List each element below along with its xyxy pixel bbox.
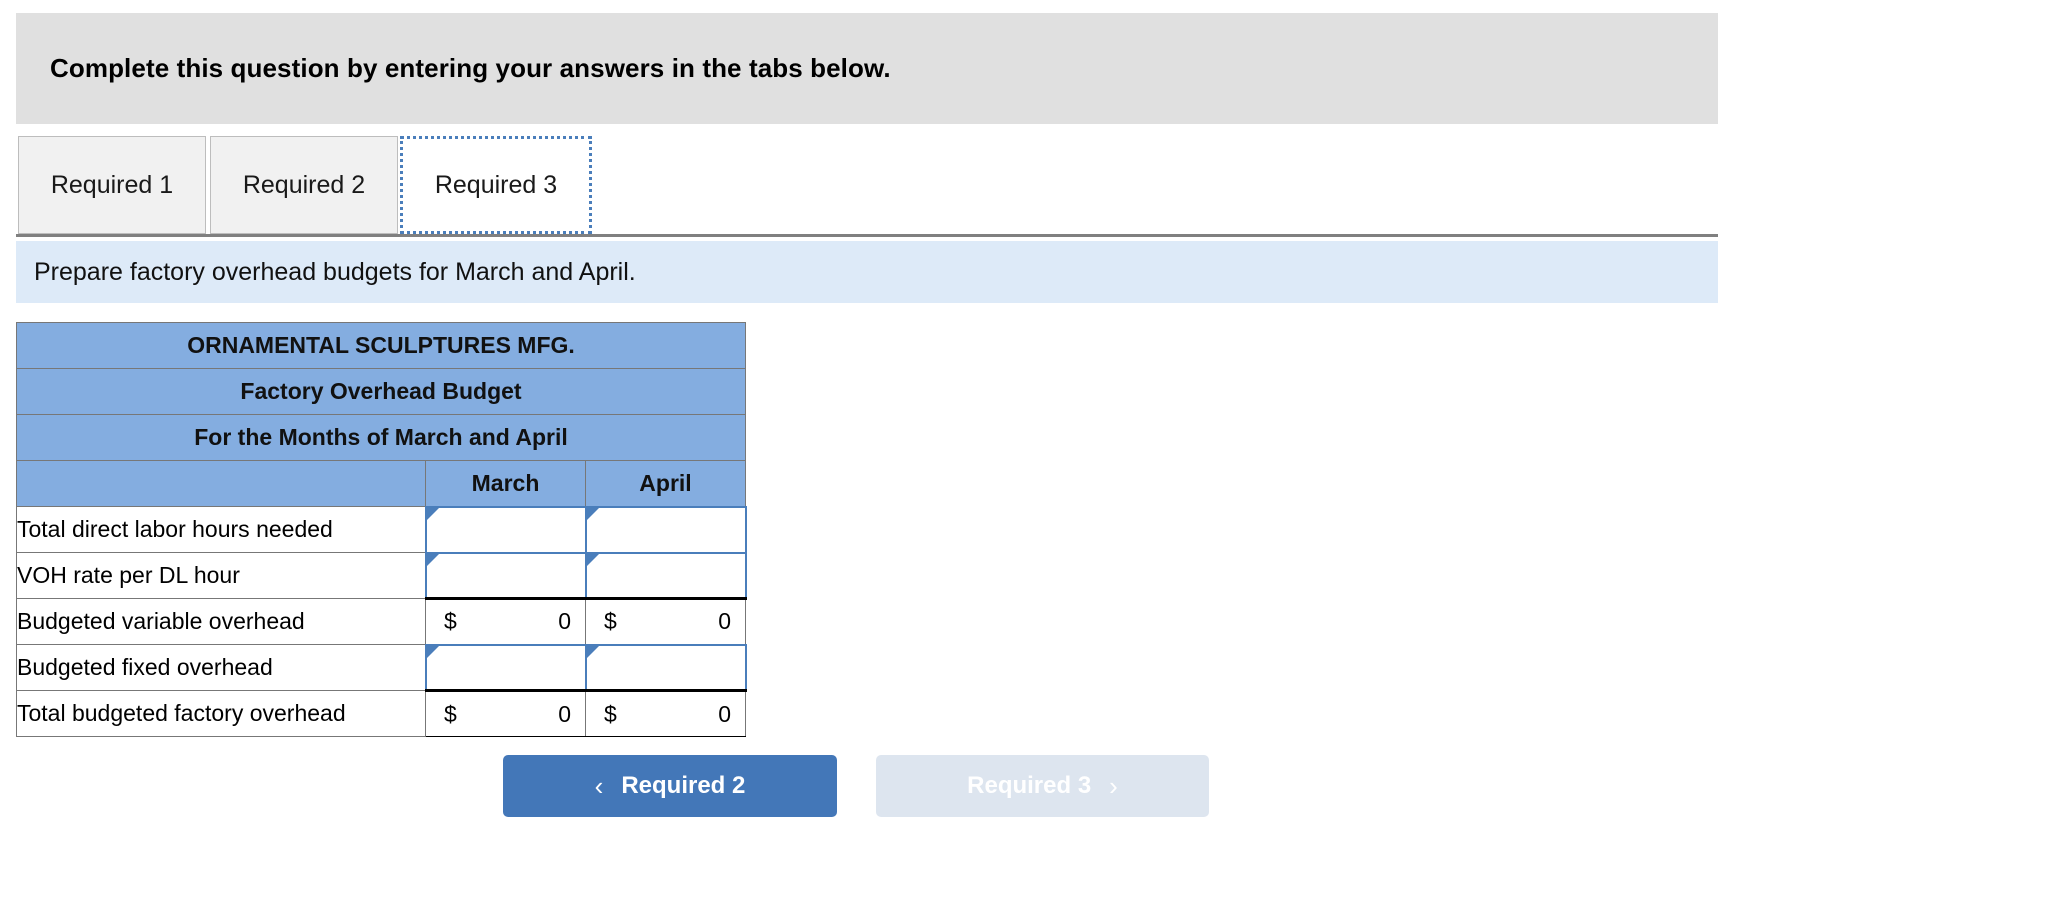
table-row: Total direct labor hours needed bbox=[16, 505, 747, 554]
table-row: VOH rate per DL hour bbox=[16, 551, 747, 600]
amount: 0 bbox=[558, 608, 571, 635]
value-total-budgeted-factory-overhead-april: $ 0 bbox=[585, 689, 746, 737]
input-value bbox=[587, 646, 745, 690]
question-page: Complete this question by entering your … bbox=[0, 0, 2056, 904]
factory-overhead-budget-table: ORNAMENTAL SCULPTURES MFG. Factory Overh… bbox=[16, 322, 747, 737]
currency-symbol: $ bbox=[444, 608, 457, 635]
next-required-3-button[interactable]: Required 3 › bbox=[876, 755, 1209, 817]
table-row: Total budgeted factory overhead $ 0 $ 0 bbox=[16, 689, 746, 737]
tab-required-1-label: Required 1 bbox=[50, 170, 174, 199]
currency-symbol: $ bbox=[444, 700, 457, 727]
row-label-total-direct-labor-hours: Total direct labor hours needed bbox=[16, 506, 426, 553]
column-header-april: April bbox=[585, 460, 746, 507]
input-corner-flag-icon bbox=[586, 553, 599, 566]
input-total-direct-labor-hours-march[interactable] bbox=[424, 505, 587, 554]
input-value bbox=[587, 508, 745, 552]
chevron-right-icon: › bbox=[1109, 770, 1118, 801]
currency-symbol: $ bbox=[604, 700, 617, 727]
table-title-row: For the Months of March and April bbox=[16, 414, 746, 461]
input-value bbox=[587, 554, 745, 598]
instruction-banner: Complete this question by entering your … bbox=[16, 13, 1718, 124]
value-budgeted-variable-overhead-april: $ 0 bbox=[585, 597, 746, 645]
prompt-bar: Prepare factory overhead budgets for Mar… bbox=[16, 241, 1718, 303]
previous-button-label: Required 2 bbox=[621, 772, 746, 799]
input-corner-flag-icon bbox=[426, 645, 439, 658]
input-corner-flag-icon bbox=[426, 553, 439, 566]
navigation-buttons: ‹ Required 2 Required 3 › bbox=[0, 755, 2056, 825]
column-header-blank bbox=[16, 460, 426, 507]
table-title-period: For the Months of March and April bbox=[16, 414, 746, 461]
table-title-row: ORNAMENTAL SCULPTURES MFG. bbox=[16, 322, 746, 369]
input-value bbox=[427, 508, 585, 552]
input-total-direct-labor-hours-april[interactable] bbox=[584, 505, 747, 554]
amount: 0 bbox=[718, 700, 731, 727]
table-title-budget: Factory Overhead Budget bbox=[16, 368, 746, 415]
input-value bbox=[427, 646, 585, 690]
row-label-budgeted-variable-overhead: Budgeted variable overhead bbox=[16, 598, 426, 645]
input-budgeted-fixed-overhead-march[interactable] bbox=[424, 643, 587, 692]
tab-strip-baseline bbox=[16, 234, 1718, 237]
row-label-total-budgeted-factory-overhead: Total budgeted factory overhead bbox=[16, 690, 426, 737]
input-corner-flag-icon bbox=[586, 507, 599, 520]
value-total-budgeted-factory-overhead-march: $ 0 bbox=[425, 689, 586, 737]
tab-required-2-label: Required 2 bbox=[242, 170, 366, 199]
chevron-left-icon: ‹ bbox=[594, 770, 604, 801]
amount: 0 bbox=[718, 608, 731, 635]
tab-required-1[interactable]: Required 1 bbox=[18, 136, 206, 234]
previous-required-2-button[interactable]: ‹ Required 2 bbox=[503, 755, 837, 817]
tab-required-2[interactable]: Required 2 bbox=[210, 136, 398, 234]
next-button-label: Required 3 bbox=[967, 772, 1092, 799]
table-title-company: ORNAMENTAL SCULPTURES MFG. bbox=[16, 322, 746, 369]
tab-strip: Required 1 Required 2 Required 3 bbox=[0, 136, 1718, 238]
input-value bbox=[427, 554, 585, 598]
input-corner-flag-icon bbox=[426, 507, 439, 520]
tab-required-3-label: Required 3 bbox=[434, 170, 558, 199]
table-row: Budgeted variable overhead $ 0 $ 0 bbox=[16, 597, 746, 645]
table-title-row: Factory Overhead Budget bbox=[16, 368, 746, 415]
column-header-march: March bbox=[425, 460, 586, 507]
instruction-banner-text: Complete this question by entering your … bbox=[50, 53, 891, 83]
prompt-text: Prepare factory overhead budgets for Mar… bbox=[34, 257, 636, 286]
input-voh-rate-april[interactable] bbox=[584, 551, 747, 600]
row-label-voh-rate-per-dl-hour: VOH rate per DL hour bbox=[16, 552, 426, 599]
tab-required-3[interactable]: Required 3 bbox=[400, 136, 592, 234]
currency-symbol: $ bbox=[604, 608, 617, 635]
value-budgeted-variable-overhead-march: $ 0 bbox=[425, 597, 586, 645]
input-budgeted-fixed-overhead-april[interactable] bbox=[584, 643, 747, 692]
amount: 0 bbox=[558, 700, 571, 727]
input-corner-flag-icon bbox=[586, 645, 599, 658]
table-row: Budgeted fixed overhead bbox=[16, 643, 747, 692]
input-voh-rate-march[interactable] bbox=[424, 551, 587, 600]
row-label-budgeted-fixed-overhead: Budgeted fixed overhead bbox=[16, 644, 426, 691]
table-column-header-row: March April bbox=[16, 460, 746, 507]
